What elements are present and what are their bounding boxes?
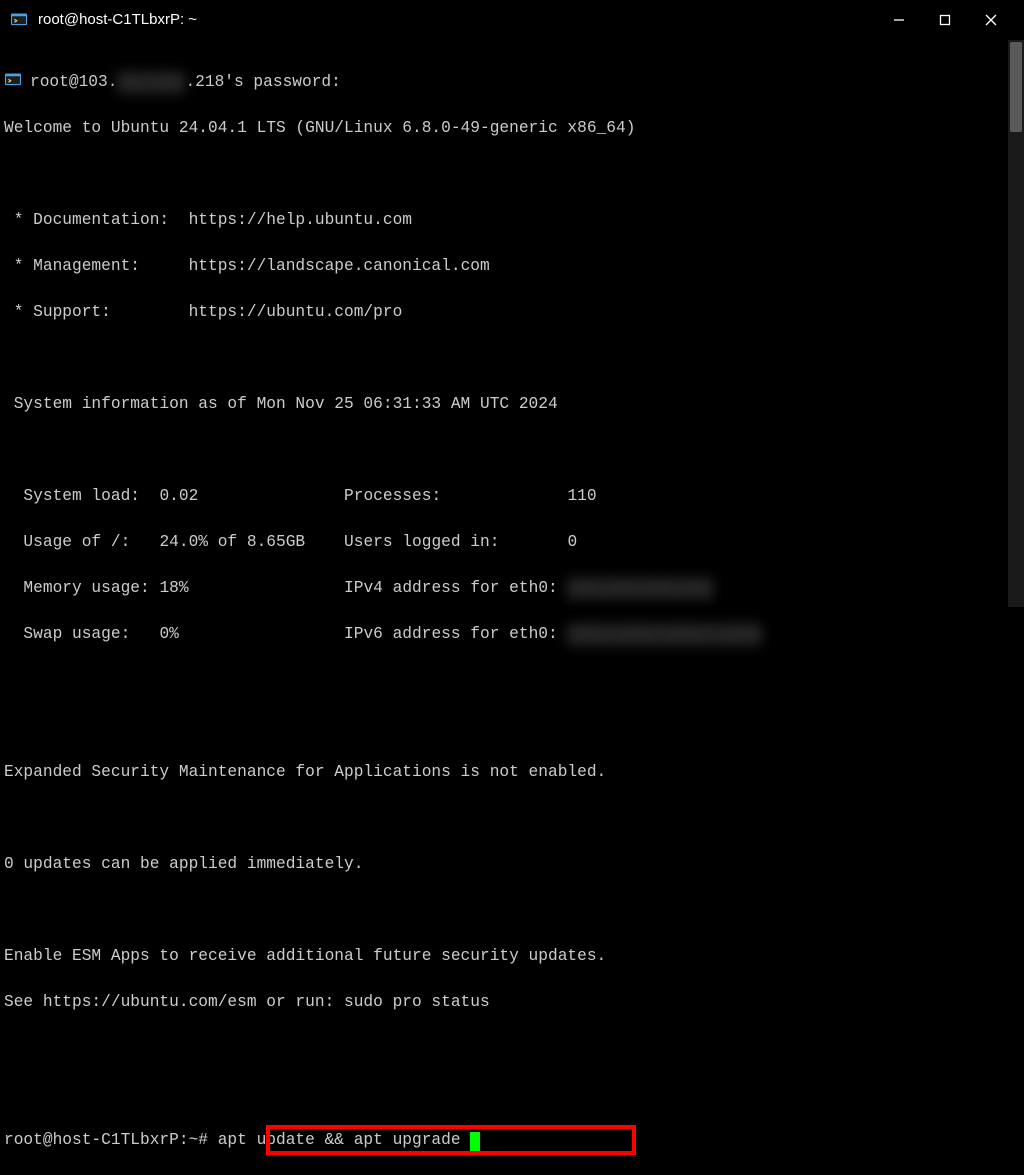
ipv4-label: IPv4 address for eth0:	[344, 579, 567, 597]
shell-prompt: root@host-C1TLbxrP:~#	[4, 1131, 218, 1149]
users-val: 0	[567, 533, 577, 551]
minimize-button[interactable]	[876, 4, 922, 36]
terminal-prompt-icon	[4, 71, 24, 89]
ipv6-hidden: xxxx:xxxx:xxxx::xxxx	[567, 623, 761, 646]
welcome-line: Welcome to Ubuntu 24.04.1 LTS (GNU/Linux…	[4, 117, 1004, 140]
ipv6-label: IPv6 address for eth0:	[344, 625, 567, 643]
sys-load-label: System load:	[4, 487, 159, 505]
terminal-app-icon	[10, 11, 28, 29]
titlebar: root@host-C1TLbxrP: ~	[0, 0, 1024, 40]
window-controls	[876, 4, 1014, 36]
maximize-button[interactable]	[922, 4, 968, 36]
close-button[interactable]	[968, 4, 1014, 36]
mem-val: 18%	[159, 579, 188, 597]
terminal-area: root@103.xxx.xxx.218's password: Welcome…	[0, 40, 1024, 607]
proc-label: Processes:	[344, 487, 567, 505]
scrollbar-thumb[interactable]	[1010, 42, 1022, 132]
support-label: * Support:	[4, 303, 189, 321]
window-title: root@host-C1TLbxrP: ~	[38, 11, 876, 28]
esm-line-3: See https://ubuntu.com/esm or run: sudo …	[4, 991, 1004, 1014]
cursor	[470, 1132, 480, 1152]
password-prompt: root@103.xxx.xxx.218's password:	[30, 73, 341, 91]
disk-val: 24.0% of 8.65GB	[159, 533, 305, 551]
mem-label: Memory usage:	[4, 579, 159, 597]
support-url: https://ubuntu.com/pro	[189, 303, 403, 321]
typed-command[interactable]: apt update && apt upgrade	[218, 1131, 471, 1149]
users-label: Users logged in:	[344, 533, 567, 551]
terminal-output[interactable]: root@103.xxx.xxx.218's password: Welcome…	[0, 40, 1008, 607]
esm-line-2: Enable ESM Apps to receive additional fu…	[4, 945, 1004, 968]
mgmt-label: * Management:	[4, 257, 189, 275]
esm-line-1: Expanded Security Maintenance for Applic…	[4, 761, 1004, 784]
command-line: root@host-C1TLbxrP:~# apt update && apt …	[4, 1129, 480, 1152]
mgmt-url: https://landscape.canonical.com	[189, 257, 490, 275]
swap-label: Swap usage:	[4, 625, 159, 643]
updates-line: 0 updates can be applied immediately.	[4, 853, 1004, 876]
ip-hidden: xxx.xxx	[117, 71, 185, 94]
sysinfo-header: System information as of Mon Nov 25 06:3…	[4, 393, 1004, 416]
scrollbar[interactable]	[1008, 40, 1024, 607]
ipv4-hidden: xxx.xxx.xxx.xxx	[567, 577, 713, 600]
swap-val: 0%	[159, 625, 178, 643]
doc-url: https://help.ubuntu.com	[189, 211, 412, 229]
sys-load-val: 0.02	[159, 487, 198, 505]
proc-val: 110	[567, 487, 596, 505]
doc-label: * Documentation:	[4, 211, 189, 229]
disk-label: Usage of /:	[4, 533, 159, 551]
